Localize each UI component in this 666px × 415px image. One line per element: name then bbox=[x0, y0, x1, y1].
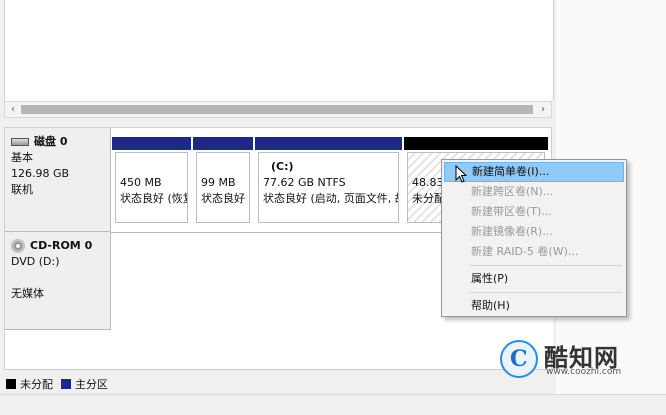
partition-status: 状态良好 (启动, 页面文件, 故 bbox=[263, 192, 399, 205]
menu-item-new-simple-volume[interactable]: 新建简单卷(I)... bbox=[444, 162, 624, 182]
unallocated-legend-swatch bbox=[6, 379, 16, 389]
menu-item-new-raid5-volume[interactable]: 新建 RAID-5 卷(W)... bbox=[444, 242, 624, 262]
status-bar bbox=[0, 394, 666, 415]
partition-size: 450 MB bbox=[120, 176, 162, 189]
volume-list-pane[interactable] bbox=[4, 0, 554, 101]
primary-partition-stripe bbox=[255, 137, 402, 150]
disk-type: DVD (D:) bbox=[11, 255, 60, 268]
menu-item-new-spanned-volume[interactable]: 新建跨区卷(N)... bbox=[444, 182, 624, 202]
partition-status: 状态良好 (EFI bbox=[201, 192, 249, 205]
disk-0-label[interactable]: 磁盘 0 基本 126.98 GB 联机 bbox=[5, 128, 111, 232]
disk-status: 无媒体 bbox=[11, 287, 44, 300]
scroll-left-icon[interactable]: ‹ bbox=[5, 102, 21, 117]
mouse-pointer-icon bbox=[455, 165, 467, 183]
partition-efi[interactable]: 99 MB 状态良好 (EFI bbox=[193, 137, 253, 229]
context-menu: 新建简单卷(I)... 新建跨区卷(N)... 新建带区卷(T)... 新建镜像… bbox=[441, 159, 627, 317]
cdrom-icon bbox=[11, 239, 25, 253]
watermark-url: www.coozhi.com bbox=[546, 367, 622, 377]
partition-status: 状态良好 (恢复 bbox=[120, 192, 188, 205]
partition-size: 77.62 GB NTFS bbox=[263, 176, 346, 189]
hard-disk-icon bbox=[11, 138, 29, 146]
partition-c[interactable]: (C:) 77.62 GB NTFS 状态良好 (启动, 页面文件, 故 bbox=[255, 137, 402, 229]
cdrom-0-label[interactable]: CD-ROM 0 DVD (D:) 无媒体 bbox=[5, 232, 111, 330]
legend-label: 主分区 bbox=[75, 378, 108, 391]
partition-size: 99 MB bbox=[201, 176, 236, 189]
watermark: C 酷知网 www.coozhi.com bbox=[500, 340, 660, 380]
menu-item-help[interactable]: 帮助(H) bbox=[444, 296, 624, 316]
primary-partition-stripe bbox=[193, 137, 253, 150]
coozhi-logo-icon: C bbox=[500, 340, 538, 378]
legend: 未分配 主分区 bbox=[6, 376, 108, 392]
horizontal-scrollbar[interactable]: ‹ › bbox=[4, 101, 552, 118]
primary-partition-stripe bbox=[112, 137, 191, 150]
primary-legend-swatch bbox=[61, 379, 71, 389]
partition-recovery[interactable]: 450 MB 状态良好 (恢复 bbox=[112, 137, 191, 229]
disk-name: 磁盘 0 bbox=[34, 135, 68, 148]
unallocated-stripe bbox=[404, 137, 548, 150]
disk-size: 126.98 GB bbox=[11, 167, 70, 180]
menu-item-properties[interactable]: 属性(P) bbox=[444, 269, 624, 289]
menu-separator bbox=[469, 292, 622, 293]
scrollbar-thumb[interactable] bbox=[21, 105, 533, 114]
legend-label: 未分配 bbox=[20, 378, 53, 391]
menu-item-new-striped-volume[interactable]: 新建带区卷(T)... bbox=[444, 202, 624, 222]
disk-name: CD-ROM 0 bbox=[30, 239, 93, 252]
menu-separator bbox=[469, 265, 622, 266]
scroll-right-icon[interactable]: › bbox=[535, 102, 551, 117]
menu-item-new-mirrored-volume[interactable]: 新建镜像卷(R)... bbox=[444, 222, 624, 242]
disk-status: 联机 bbox=[11, 183, 33, 196]
partition-label: (C:) bbox=[271, 160, 294, 173]
disk-type: 基本 bbox=[11, 151, 33, 164]
